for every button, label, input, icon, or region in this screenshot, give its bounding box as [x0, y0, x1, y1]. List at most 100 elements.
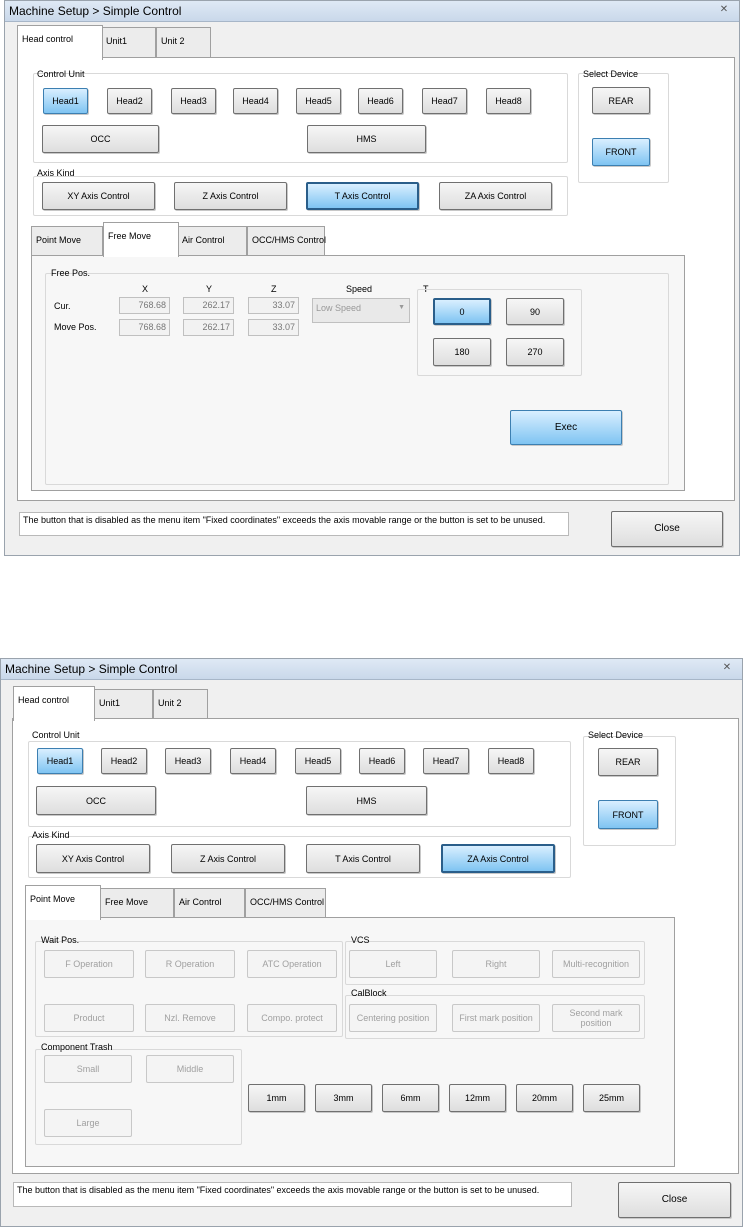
t-90-button[interactable]: 90 [506, 298, 564, 325]
step-25mm-button[interactable]: 25mm [583, 1084, 640, 1112]
col-x-header: X [142, 284, 149, 294]
atc-operation-button[interactable]: ATC Operation [247, 950, 337, 978]
tab-label: Unit 2 [158, 698, 182, 708]
tab-label: OCC/HMS Control [250, 897, 325, 907]
za-axis-control-button[interactable]: ZA Axis Control [439, 182, 552, 210]
head4-button[interactable]: Head4 [233, 88, 278, 114]
move-z-field[interactable]: 33.07 [248, 319, 299, 336]
t-270-button[interactable]: 270 [506, 338, 564, 366]
occ-button[interactable]: OCC [42, 125, 159, 153]
close-window-icon[interactable]: ✕ [713, 3, 735, 17]
xy-axis-control-button[interactable]: XY Axis Control [36, 844, 150, 873]
tab-head-control[interactable]: Head control [13, 686, 95, 721]
step-6mm-button[interactable]: 6mm [382, 1084, 439, 1112]
multi-recognition-button[interactable]: Multi-recognition [552, 950, 640, 978]
tab-point-move[interactable]: Point Move [25, 885, 101, 920]
t-axis-control-button[interactable]: T Axis Control [306, 182, 419, 210]
head6-button[interactable]: Head6 [359, 748, 405, 774]
title-bar[interactable]: Machine Setup > Simple Control ✕ [1, 659, 742, 680]
speed-select[interactable]: Low Speed ▼ [312, 298, 410, 323]
tab-unit2[interactable]: Unit 2 [153, 689, 208, 719]
step-3mm-button[interactable]: 3mm [315, 1084, 372, 1112]
product-button[interactable]: Product [44, 1004, 134, 1032]
z-axis-control-button[interactable]: Z Axis Control [171, 844, 285, 873]
centering-position-button[interactable]: Centering position [349, 1004, 437, 1032]
move-y-field[interactable]: 262.17 [183, 319, 234, 336]
t-0-button[interactable]: 0 [433, 298, 491, 325]
step-20mm-button[interactable]: 20mm [516, 1084, 573, 1112]
head7-button[interactable]: Head7 [423, 748, 469, 774]
front-button[interactable]: FRONT [592, 138, 650, 166]
rear-button[interactable]: REAR [598, 748, 658, 776]
vcs-left-button[interactable]: Left [349, 950, 437, 978]
head8-button[interactable]: Head8 [488, 748, 534, 774]
z-axis-control-button[interactable]: Z Axis Control [174, 182, 287, 210]
speed-value: Low Speed [316, 303, 362, 313]
head3-button[interactable]: Head3 [165, 748, 211, 774]
tab-occ-hms-control[interactable]: OCC/HMS Control [245, 888, 326, 918]
head2-button[interactable]: Head2 [101, 748, 147, 774]
f-operation-button[interactable]: F Operation [44, 950, 134, 978]
axis-kind-label: Axis Kind [37, 168, 75, 178]
head6-button[interactable]: Head6 [358, 88, 403, 114]
tab-unit2[interactable]: Unit 2 [156, 27, 211, 58]
hms-button[interactable]: HMS [306, 786, 427, 815]
head7-button[interactable]: Head7 [422, 88, 467, 114]
head1-button[interactable]: Head1 [43, 88, 88, 114]
vcs-right-button[interactable]: Right [452, 950, 540, 978]
tab-free-move[interactable]: Free Move [100, 888, 174, 918]
col-z-header: Z [271, 284, 277, 294]
trash-middle-button[interactable]: Middle [146, 1055, 234, 1083]
vcs-label: VCS [351, 935, 370, 945]
second-mark-position-button[interactable]: Second mark position [552, 1004, 640, 1032]
tab-label: Air Control [182, 235, 225, 245]
nzl-remove-button[interactable]: Nzl. Remove [145, 1004, 235, 1032]
tab-point-move[interactable]: Point Move [31, 226, 103, 256]
exec-button[interactable]: Exec [510, 410, 622, 445]
head5-button[interactable]: Head5 [296, 88, 341, 114]
tab-label: Air Control [179, 897, 222, 907]
window-title: Machine Setup > Simple Control [5, 662, 178, 676]
front-button[interactable]: FRONT [598, 800, 658, 829]
hms-button[interactable]: HMS [307, 125, 426, 153]
head5-button[interactable]: Head5 [295, 748, 341, 774]
head8-button[interactable]: Head8 [486, 88, 531, 114]
component-trash-label: Component Trash [41, 1042, 113, 1052]
za-axis-control-button[interactable]: ZA Axis Control [441, 844, 555, 873]
status-message: The button that is disabled as the menu … [19, 512, 569, 536]
compo-protect-button[interactable]: Compo. protect [247, 1004, 337, 1032]
close-button[interactable]: Close [618, 1182, 731, 1218]
tab-air-control[interactable]: Air Control [174, 888, 245, 918]
rear-button[interactable]: REAR [592, 87, 650, 114]
step-12mm-button[interactable]: 12mm [449, 1084, 506, 1112]
close-button[interactable]: Close [611, 511, 723, 547]
xy-axis-control-button[interactable]: XY Axis Control [42, 182, 155, 210]
move-x-field[interactable]: 768.68 [119, 319, 170, 336]
head1-button[interactable]: Head1 [37, 748, 83, 774]
tab-label: Unit1 [106, 36, 128, 46]
step-1mm-button[interactable]: 1mm [248, 1084, 305, 1112]
tab-air-control[interactable]: Air Control [177, 226, 247, 256]
trash-large-button[interactable]: Large [44, 1109, 132, 1137]
cur-row-label: Cur. [54, 301, 71, 311]
col-y-header: Y [206, 284, 213, 294]
cur-x-field: 768.68 [119, 297, 170, 314]
t-axis-control-button[interactable]: T Axis Control [306, 844, 420, 873]
tab-occ-hms-control[interactable]: OCC/HMS Control [247, 226, 326, 256]
head2-button[interactable]: Head2 [107, 88, 152, 114]
trash-small-button[interactable]: Small [44, 1055, 132, 1083]
window-title: Machine Setup > Simple Control [9, 4, 182, 18]
tab-label: Head control [18, 695, 70, 705]
occ-button[interactable]: OCC [36, 786, 156, 815]
close-window-icon[interactable]: ✕ [716, 661, 738, 675]
title-bar[interactable]: Machine Setup > Simple Control ✕ [5, 1, 739, 22]
r-operation-button[interactable]: R Operation [145, 950, 235, 978]
head4-button[interactable]: Head4 [230, 748, 276, 774]
t-180-button[interactable]: 180 [433, 338, 491, 366]
head3-button[interactable]: Head3 [171, 88, 216, 114]
tab-free-move[interactable]: Free Move [103, 222, 179, 257]
tab-unit1[interactable]: Unit1 [101, 27, 156, 58]
tab-head-control[interactable]: Head control [17, 25, 103, 60]
first-mark-position-button[interactable]: First mark position [452, 1004, 540, 1032]
tab-unit1[interactable]: Unit1 [94, 689, 153, 719]
